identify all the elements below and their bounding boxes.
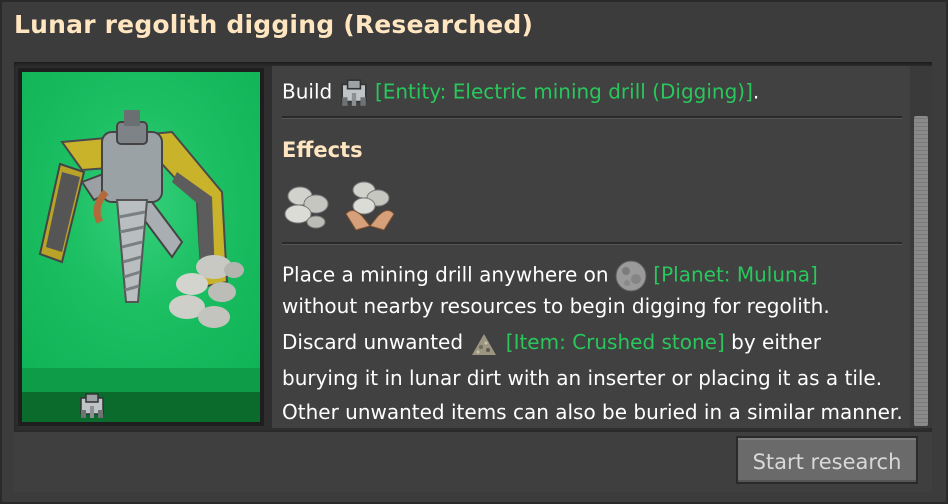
separator	[282, 242, 902, 245]
build-suffix: .	[752, 79, 760, 104]
desc-l3-text-a: Discard unwanted	[282, 330, 464, 354]
scrollbar[interactable]	[910, 66, 932, 428]
scrollbar-thumb[interactable]	[914, 116, 928, 426]
rock-effect-icon[interactable]	[280, 178, 334, 232]
moon-icon	[615, 260, 647, 292]
mining-drill-icon	[80, 393, 104, 418]
description-line-3: Discard unwanted [Item: Crushed stone] b…	[282, 330, 821, 357]
technology-window: Lunar regolith digging (Researched) Buil…	[0, 0, 948, 504]
rock-hands-effect-icon[interactable]	[342, 176, 398, 234]
window-title: Lunar regolith digging (Researched)	[14, 10, 534, 39]
crushed-stone-icon	[472, 333, 497, 355]
tech-card-strip	[22, 368, 260, 392]
entity-link[interactable]: [Entity: Electric mining drill (Digging)…	[375, 80, 753, 104]
description-panel: Build [Entity: Electric mining drill (Di…	[272, 66, 910, 428]
separator	[282, 116, 902, 119]
tech-card[interactable]	[22, 72, 260, 422]
mining-drill-icon	[340, 79, 367, 106]
planet-link[interactable]: [Planet: Muluna]	[653, 263, 818, 287]
tech-card-footer	[22, 392, 260, 422]
item-link[interactable]: [Item: Crushed stone]	[506, 330, 725, 354]
desc-l1-text: Place a mining drill anywhere on	[282, 262, 609, 287]
desc-l3-text-b: by either	[731, 330, 821, 354]
description-line-5: Other unwanted items can also be buried …	[282, 400, 903, 424]
description-line-4: burying it in lunar dirt with an inserte…	[282, 366, 883, 390]
start-research-button[interactable]: Start research	[736, 436, 918, 484]
build-line: Build [Entity: Electric mining drill (Di…	[282, 78, 759, 108]
description-line-2: without nearby resources to begin diggin…	[282, 294, 830, 318]
effects-heading: Effects	[282, 138, 363, 162]
description-line-1: Place a mining drill anywhere on [Planet…	[282, 260, 818, 292]
build-prefix: Build	[282, 79, 333, 104]
mining-drill-art-icon	[38, 110, 244, 328]
